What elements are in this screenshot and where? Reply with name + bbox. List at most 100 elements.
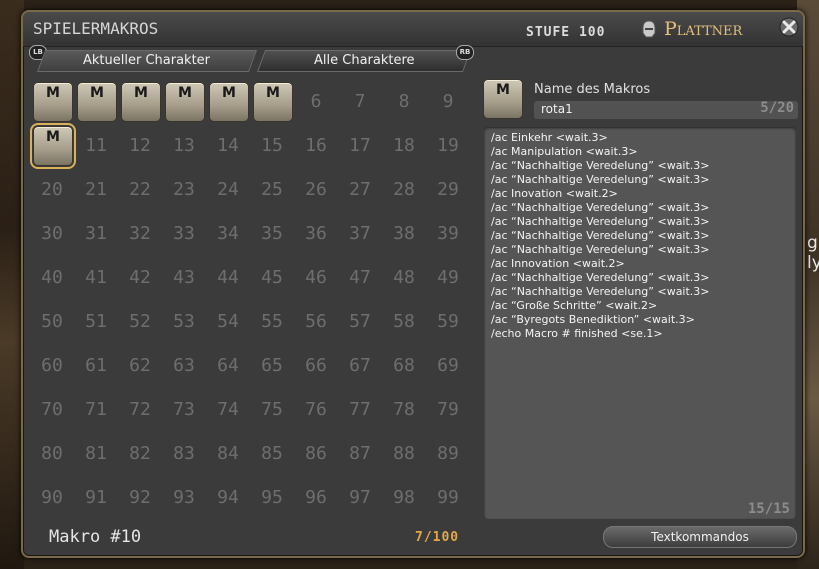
- macro-slot[interactable]: 71: [74, 387, 118, 431]
- macro-slot[interactable]: 98: [382, 475, 426, 519]
- macro-slot[interactable]: 51: [74, 299, 118, 343]
- macro-slot[interactable]: 16: [294, 123, 338, 167]
- macro-slot[interactable]: 77: [338, 387, 382, 431]
- macro-slot[interactable]: 28: [382, 167, 426, 211]
- close-icon[interactable]: [779, 17, 799, 37]
- macro-slot[interactable]: 70: [30, 387, 74, 431]
- macro-slot[interactable]: 89: [426, 431, 470, 475]
- macro-slot[interactable]: 23: [162, 167, 206, 211]
- macro-slot[interactable]: 68: [382, 343, 426, 387]
- macro-text-area[interactable]: 15/15 /ac Einkehr <wait.3>/ac Manipulati…: [484, 127, 796, 519]
- macro-slot[interactable]: 92: [118, 475, 162, 519]
- macro-slot[interactable]: M: [30, 79, 74, 123]
- macro-slot[interactable]: 95: [250, 475, 294, 519]
- macro-slot[interactable]: 43: [162, 255, 206, 299]
- macro-slot[interactable]: 86: [294, 431, 338, 475]
- macro-slot[interactable]: 32: [118, 211, 162, 255]
- macro-slot[interactable]: 76: [294, 387, 338, 431]
- macro-slot[interactable]: 85: [250, 431, 294, 475]
- macro-slot[interactable]: 42: [118, 255, 162, 299]
- macro-slot[interactable]: 88: [382, 431, 426, 475]
- macro-slot[interactable]: 69: [426, 343, 470, 387]
- macro-slot[interactable]: 84: [206, 431, 250, 475]
- macro-slot[interactable]: 66: [294, 343, 338, 387]
- macro-slot[interactable]: 80: [30, 431, 74, 475]
- macro-slot[interactable]: 35: [250, 211, 294, 255]
- macro-slot[interactable]: 38: [382, 211, 426, 255]
- macro-slot[interactable]: 25: [250, 167, 294, 211]
- window-titlebar[interactable]: SPIELERMAKROS STUFE 100 Plattner: [23, 12, 803, 47]
- macro-slot[interactable]: 11: [74, 123, 118, 167]
- macro-slot[interactable]: 60: [30, 343, 74, 387]
- macro-slot[interactable]: 94: [206, 475, 250, 519]
- macro-slot[interactable]: 63: [162, 343, 206, 387]
- macro-slot[interactable]: 97: [338, 475, 382, 519]
- macro-slot[interactable]: M: [206, 79, 250, 123]
- macro-slot[interactable]: 79: [426, 387, 470, 431]
- macro-slot[interactable]: 44: [206, 255, 250, 299]
- macro-slot[interactable]: 34: [206, 211, 250, 255]
- macro-slot[interactable]: 87: [338, 431, 382, 475]
- macro-slot[interactable]: 83: [162, 431, 206, 475]
- macro-slot[interactable]: 36: [294, 211, 338, 255]
- macro-slot[interactable]: 64: [206, 343, 250, 387]
- macro-slot[interactable]: 29: [426, 167, 470, 211]
- macro-slot[interactable]: 81: [74, 431, 118, 475]
- macro-slot[interactable]: 45: [250, 255, 294, 299]
- macro-slot[interactable]: 73: [162, 387, 206, 431]
- macro-slot[interactable]: 57: [338, 299, 382, 343]
- macro-slot[interactable]: 74: [206, 387, 250, 431]
- macro-slot[interactable]: 93: [162, 475, 206, 519]
- macro-slot[interactable]: 17: [338, 123, 382, 167]
- macro-slot[interactable]: 30: [30, 211, 74, 255]
- macro-slot[interactable]: M: [30, 123, 76, 169]
- macro-slot[interactable]: 26: [294, 167, 338, 211]
- macro-slot[interactable]: 6: [294, 79, 338, 123]
- macro-slot[interactable]: 31: [74, 211, 118, 255]
- macro-slot[interactable]: 47: [338, 255, 382, 299]
- macro-slot[interactable]: 61: [74, 343, 118, 387]
- macro-slot[interactable]: 54: [206, 299, 250, 343]
- macro-slot[interactable]: 99: [426, 475, 470, 519]
- macro-slot[interactable]: 67: [338, 343, 382, 387]
- macro-slot[interactable]: 14: [206, 123, 250, 167]
- macro-slot[interactable]: 37: [338, 211, 382, 255]
- macro-slot[interactable]: 90: [30, 475, 74, 519]
- macro-slot[interactable]: M: [74, 79, 118, 123]
- macro-slot[interactable]: 62: [118, 343, 162, 387]
- macro-slot[interactable]: 21: [74, 167, 118, 211]
- macro-slot[interactable]: 20: [30, 167, 74, 211]
- macro-slot[interactable]: 59: [426, 299, 470, 343]
- macro-slot[interactable]: 56: [294, 299, 338, 343]
- macro-slot[interactable]: 18: [382, 123, 426, 167]
- macro-slot[interactable]: 58: [382, 299, 426, 343]
- macro-slot[interactable]: 48: [382, 255, 426, 299]
- macro-slot[interactable]: 65: [250, 343, 294, 387]
- macro-slot[interactable]: 72: [118, 387, 162, 431]
- macro-slot[interactable]: 49: [426, 255, 470, 299]
- macro-slot[interactable]: 91: [74, 475, 118, 519]
- macro-slot[interactable]: 78: [382, 387, 426, 431]
- macro-slot[interactable]: 8: [382, 79, 426, 123]
- macro-slot[interactable]: 33: [162, 211, 206, 255]
- macro-slot[interactable]: 53: [162, 299, 206, 343]
- macro-slot[interactable]: 7: [338, 79, 382, 123]
- macro-slot[interactable]: 9: [426, 79, 470, 123]
- macro-slot[interactable]: M: [118, 79, 162, 123]
- text-commands-button[interactable]: Textkommandos: [603, 526, 797, 548]
- macro-slot[interactable]: 52: [118, 299, 162, 343]
- macro-slot[interactable]: 27: [338, 167, 382, 211]
- macro-slot[interactable]: 24: [206, 167, 250, 211]
- macro-slot[interactable]: 39: [426, 211, 470, 255]
- macro-slot[interactable]: 13: [162, 123, 206, 167]
- macro-slot[interactable]: M: [162, 79, 206, 123]
- tab-current-character[interactable]: Aktueller Charakter: [36, 50, 258, 72]
- macro-slot[interactable]: 41: [74, 255, 118, 299]
- macro-name-input[interactable]: rota1 5/20: [534, 100, 798, 119]
- macro-slot[interactable]: 15: [250, 123, 294, 167]
- macro-slot[interactable]: 96: [294, 475, 338, 519]
- tab-all-characters[interactable]: Alle Charaktere: [256, 50, 472, 72]
- macro-slot[interactable]: M: [250, 79, 294, 123]
- macro-icon-button[interactable]: M: [483, 79, 523, 119]
- macro-slot[interactable]: 75: [250, 387, 294, 431]
